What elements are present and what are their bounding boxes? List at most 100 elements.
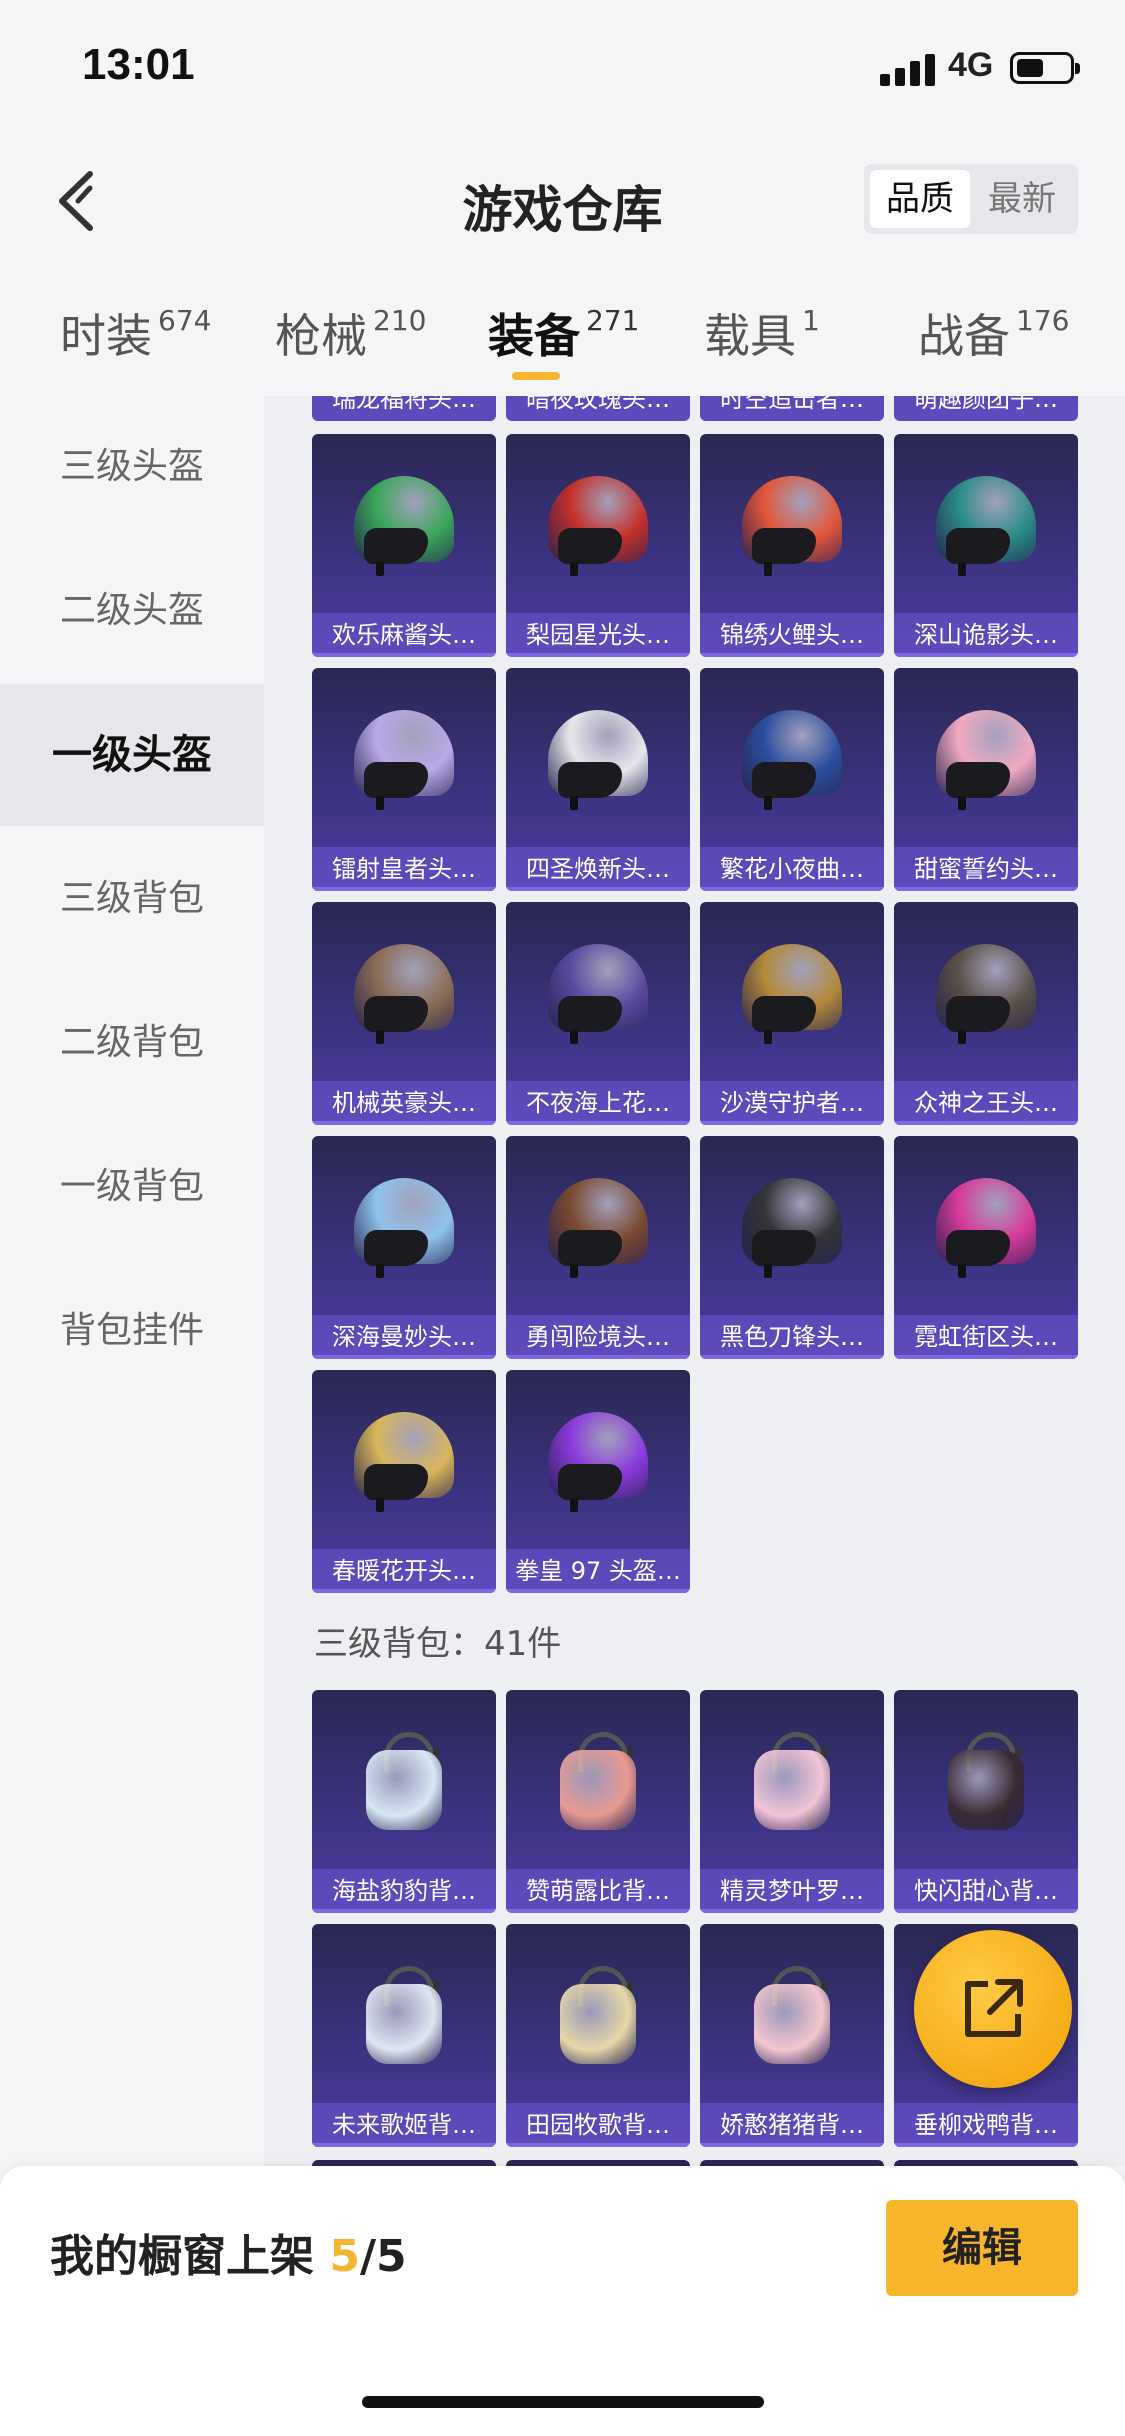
item-name: 不夜海上花… bbox=[506, 1081, 690, 1125]
backpack-card[interactable]: 快闪甜心背… bbox=[894, 1690, 1078, 1913]
network-type: 4G bbox=[948, 46, 994, 84]
helmet-card[interactable]: 勇闯险境头… bbox=[506, 1136, 690, 1359]
tab-equipment[interactable]: 装备 271 bbox=[488, 300, 639, 366]
helmet-card[interactable]: 四圣焕新头… bbox=[506, 668, 690, 891]
item-name: 镭射皇者头… bbox=[312, 847, 496, 891]
item-name: 赞萌露比背… bbox=[506, 1869, 690, 1913]
item-name: 深海曼妙头… bbox=[312, 1315, 496, 1359]
shelf-total: /5 bbox=[359, 2231, 407, 2282]
helmet-card[interactable]: 不夜海上花… bbox=[506, 902, 690, 1125]
item-name: 黑色刀锋头… bbox=[700, 1315, 884, 1359]
tab-fashion[interactable]: 时装 674 bbox=[60, 300, 211, 366]
item-name: 春暖花开头… bbox=[312, 1549, 496, 1593]
sidebar-item-backpack-1[interactable]: 一级背包 bbox=[0, 1116, 264, 1258]
shelf-count: 5 bbox=[329, 2231, 360, 2282]
backpack-card[interactable]: 娇憨猪猪背… bbox=[700, 1924, 884, 2147]
item-name: 繁花小夜曲… bbox=[700, 847, 884, 891]
backpack-card[interactable]: 海盐豹豹背… bbox=[312, 1690, 496, 1913]
sort-quality-button[interactable]: 品质 bbox=[870, 170, 970, 228]
sidebar-item-helmet-3[interactable]: 三级头盔 bbox=[0, 396, 264, 538]
share-button[interactable] bbox=[914, 1930, 1072, 2088]
helmet-icon bbox=[354, 710, 454, 810]
helmet-card[interactable]: 机械英豪头… bbox=[312, 902, 496, 1125]
item-name: 甜蜜誓约头… bbox=[894, 847, 1078, 891]
active-tab-indicator bbox=[512, 372, 560, 380]
item-name: 拳皇 97 头盔… bbox=[506, 1549, 690, 1593]
sidebar-item-backpack-charm[interactable]: 背包挂件 bbox=[0, 1260, 264, 1402]
sidebar: 三级头盔 二级头盔 一级头盔 三级背包 二级背包 一级背包 背包挂件 bbox=[0, 396, 264, 2166]
helmet-icon bbox=[354, 476, 454, 576]
helmet-card[interactable]: 沙漠守护者… bbox=[700, 902, 884, 1125]
helmet-icon bbox=[548, 1178, 648, 1278]
helmet-card[interactable]: 黑色刀锋头… bbox=[700, 1136, 884, 1359]
item-name: 众神之王头… bbox=[894, 1081, 1078, 1125]
item-card[interactable]: 萌趣颜团子… bbox=[894, 396, 1078, 421]
backpack-card[interactable]: 田园牧歌背… bbox=[506, 1924, 690, 2147]
item-grid: 瑞龙福将头… 暗夜玫瑰头… 时空追击者… 萌趣颜团子… 三级背包：41件 欢乐麻… bbox=[264, 396, 1125, 2166]
bottom-bar: 我的橱窗上架 5/5 编辑 bbox=[0, 2166, 1125, 2436]
backpack-icon bbox=[352, 1726, 456, 1838]
item-name: 快闪甜心背… bbox=[894, 1869, 1078, 1913]
sidebar-item-backpack-3[interactable]: 三级背包 bbox=[0, 828, 264, 970]
helmet-icon bbox=[936, 944, 1036, 1044]
helmet-card[interactable]: 锦绣火鲤头… bbox=[700, 434, 884, 657]
tab-vehicles[interactable]: 载具 1 bbox=[704, 300, 820, 366]
shelf-status: 我的橱窗上架 5/5 bbox=[50, 2220, 407, 2284]
backpack-card[interactable]: 赞萌露比背… bbox=[506, 1690, 690, 1913]
helmet-card[interactable]: 众神之王头… bbox=[894, 902, 1078, 1125]
helmet-icon bbox=[548, 476, 648, 576]
helmet-card[interactable]: 繁花小夜曲… bbox=[700, 668, 884, 891]
item-card[interactable]: 时空追击者… bbox=[700, 396, 884, 421]
helmet-card[interactable]: 拳皇 97 头盔… bbox=[506, 1370, 690, 1593]
backpack-icon bbox=[740, 1726, 844, 1838]
helmet-card[interactable]: 甜蜜誓约头… bbox=[894, 668, 1078, 891]
backpack-icon bbox=[740, 1960, 844, 2072]
backpack-icon bbox=[546, 1726, 650, 1838]
item-name: 精灵梦叶罗… bbox=[700, 1869, 884, 1913]
backpack-card[interactable]: 未来歌姬背… bbox=[312, 1924, 496, 2147]
item-name: 梨园星光头… bbox=[506, 613, 690, 657]
tab-weapons[interactable]: 枪械 210 bbox=[275, 300, 426, 366]
backpack-icon bbox=[934, 1726, 1038, 1838]
helmet-card[interactable]: 镭射皇者头… bbox=[312, 668, 496, 891]
item-name: 娇憨猪猪背… bbox=[700, 2103, 884, 2147]
tab-gear[interactable]: 战备 176 bbox=[918, 300, 1069, 366]
status-bar: 13:01 4G bbox=[0, 0, 1125, 140]
item-name: 沙漠守护者… bbox=[700, 1081, 884, 1125]
helmet-card[interactable]: 春暖花开头… bbox=[312, 1370, 496, 1593]
helmet-icon bbox=[548, 944, 648, 1044]
helmet-icon bbox=[936, 476, 1036, 576]
helmet-card[interactable]: 霓虹街区头… bbox=[894, 1136, 1078, 1359]
sidebar-item-helmet-2[interactable]: 二级头盔 bbox=[0, 540, 264, 682]
signal-icon bbox=[880, 52, 938, 86]
item-name: 萌趣颜团子… bbox=[894, 396, 1078, 421]
sort-toggle: 品质 最新 bbox=[864, 164, 1078, 234]
item-card[interactable]: 瑞龙福将头… bbox=[312, 396, 496, 421]
item-card[interactable]: 暗夜玫瑰头… bbox=[506, 396, 690, 421]
helmet-card[interactable]: 梨园星光头… bbox=[506, 434, 690, 657]
item-name: 勇闯险境头… bbox=[506, 1315, 690, 1359]
backpack-icon bbox=[352, 1960, 456, 2072]
nav-header: 游戏仓库 品质 最新 bbox=[0, 140, 1125, 260]
sidebar-item-helmet-1[interactable]: 一级头盔 bbox=[0, 684, 264, 826]
helmet-icon bbox=[936, 1178, 1036, 1278]
sort-newest-button[interactable]: 最新 bbox=[972, 170, 1072, 228]
helmet-card[interactable]: 深山诡影头… bbox=[894, 434, 1078, 657]
helmet-card[interactable]: 欢乐麻酱头… bbox=[312, 434, 496, 657]
helmet-icon bbox=[742, 944, 842, 1044]
sidebar-item-backpack-2[interactable]: 二级背包 bbox=[0, 972, 264, 1114]
helmet-icon bbox=[548, 1412, 648, 1512]
item-name: 垂柳戏鸭背… bbox=[894, 2103, 1078, 2147]
edit-button[interactable]: 编辑 bbox=[886, 2200, 1078, 2296]
helmet-card[interactable]: 深海曼妙头… bbox=[312, 1136, 496, 1359]
status-time: 13:01 bbox=[82, 40, 195, 89]
section-title: 三级背包：41件 bbox=[314, 1624, 562, 1664]
backpack-card[interactable]: 精灵梦叶罗… bbox=[700, 1690, 884, 1913]
shelf-label: 我的橱窗上架 bbox=[50, 2231, 330, 2282]
item-name: 四圣焕新头… bbox=[506, 847, 690, 891]
helmet-icon bbox=[742, 1178, 842, 1278]
item-name: 田园牧歌背… bbox=[506, 2103, 690, 2147]
home-indicator bbox=[362, 2396, 764, 2408]
helmet-icon bbox=[742, 710, 842, 810]
share-icon bbox=[965, 1979, 1023, 2037]
